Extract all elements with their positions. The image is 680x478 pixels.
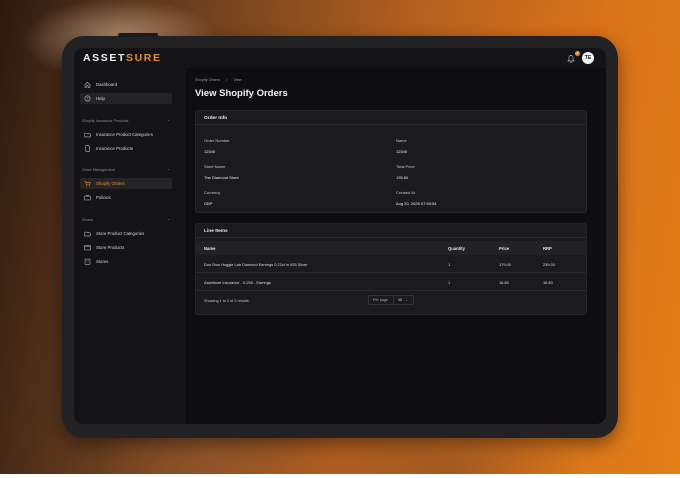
sidebar-item-shopify-orders[interactable]: Shopify Orders: [80, 178, 172, 189]
home-icon: [83, 80, 92, 89]
app-screen: ASSETSURE 1 TE Dashboard Help Shopify In…: [74, 48, 606, 424]
per-page-label: Per page: [373, 298, 388, 302]
section-header-stores[interactable]: Stores ⌃: [82, 218, 170, 223]
sidebar-item-label: Store Product Categories: [96, 231, 145, 236]
table-row[interactable]: Assetsure Insurance - 0-250 - Earrings 1…: [196, 273, 586, 291]
field-label: Order Number: [204, 138, 230, 143]
field-value: 12345: [396, 149, 408, 154]
notification-badge: 1: [575, 51, 580, 56]
section-title: Stores: [82, 218, 93, 222]
sidebar-item-label: Shopify Orders: [96, 181, 125, 186]
breadcrumb-link[interactable]: Shopify Orders: [195, 78, 220, 82]
column-header[interactable]: Name: [204, 246, 215, 251]
field-label: Currency: [204, 190, 221, 195]
chevron-up-icon: ⌃: [166, 219, 170, 223]
avatar[interactable]: TE: [582, 52, 594, 64]
table-row[interactable]: Duo Row Huggie Lab Diamond Earrings 0.22…: [196, 255, 586, 273]
sidebar-item-dashboard[interactable]: Dashboard: [80, 79, 172, 90]
sidebar-item-label: Dashboard: [96, 82, 118, 87]
sidebar-item-stores[interactable]: Stores: [80, 256, 172, 267]
chevron-down-icon: ⌄: [405, 298, 409, 302]
document-icon: [83, 144, 92, 153]
breadcrumb: Shopify Orders / View: [195, 78, 247, 82]
section-header-insurance-products[interactable]: Shopify Insurance Products ⌃: [82, 119, 170, 124]
field-label: Total Price: [396, 164, 415, 169]
sidebar-item-insurance-products[interactable]: Insurance Products: [80, 143, 172, 154]
cell-rrp: 239.00: [543, 262, 555, 267]
logo-text: ASSET: [83, 52, 127, 64]
order-info-card: Order Info Order Number 12345 Name 12345…: [195, 110, 587, 213]
cell-name: Duo Row Huggie Lab Diamond Earrings 0.22…: [204, 262, 308, 267]
building-icon: [83, 257, 92, 266]
sidebar-item-label: Help: [96, 96, 105, 101]
line-items-card: Line Items Name Quantity Price RRP Duo R…: [195, 223, 587, 315]
cell-name: Assetsure Insurance - 0-250 - Earrings: [204, 280, 271, 285]
sidebar-item-label: Insurance Product Categories: [96, 132, 153, 137]
field-label: Name: [396, 138, 407, 143]
table-footer: Showing 1 to 2 of 2 results Per page 10 …: [196, 292, 586, 310]
sidebar-item-store-product-categories[interactable]: Store Product Categories: [80, 228, 172, 239]
top-bar: ASSETSURE 1 TE: [74, 48, 606, 68]
chevron-up-icon: ⌃: [166, 120, 170, 124]
folder-icon: [83, 229, 92, 238]
sidebar-item-policies[interactable]: Policies: [80, 192, 172, 203]
notification-count: 1: [576, 51, 579, 55]
cell-price: 179.00: [499, 262, 511, 267]
sidebar-item-label: Insurance Products: [96, 146, 134, 151]
cart-icon: [83, 179, 92, 188]
per-page-select[interactable]: Per page 10 ⌄: [368, 295, 414, 305]
sidebar-item-label: Store Products: [96, 245, 125, 250]
field-value: The Diamond Store: [204, 175, 239, 180]
help-icon: [83, 94, 92, 103]
table-header: Name Quantity Price RRP: [196, 241, 586, 255]
tablet-button: [118, 33, 158, 37]
sidebar-item-label: Policies: [96, 195, 111, 200]
column-header[interactable]: Price: [499, 246, 509, 251]
cell-quantity: 1: [448, 280, 451, 285]
page-title: View Shopify Orders: [195, 88, 288, 99]
section-header-order-management[interactable]: Order Management ⌃: [82, 168, 170, 173]
sidebar: Dashboard Help Shopify Insurance Product…: [74, 68, 186, 424]
sidebar-item-label: Stores: [96, 259, 109, 264]
cell-quantity: 1: [448, 262, 451, 267]
briefcase-icon: [83, 193, 92, 202]
breadcrumb-current: View: [233, 78, 242, 82]
card-title: Order Info: [196, 111, 586, 125]
field-label: Store Name: [204, 164, 226, 169]
box-icon: [83, 243, 92, 252]
column-header[interactable]: RRP: [543, 246, 552, 251]
main-content: Shopify Orders / View View Shopify Order…: [195, 68, 599, 424]
logo-accent-text: SURE: [126, 52, 162, 64]
folder-icon: [83, 130, 92, 139]
sidebar-item-insurance-product-categories[interactable]: Insurance Product Categories: [80, 129, 172, 140]
per-page-value: 10: [392, 296, 402, 304]
section-title: Order Management: [82, 168, 115, 172]
sidebar-item-store-products[interactable]: Store Products: [80, 242, 172, 253]
field-value: 12345: [204, 149, 216, 154]
breadcrumb-separator: /: [226, 78, 228, 82]
field-value: Aug 20, 2025 07:50:54: [396, 201, 437, 206]
logo[interactable]: ASSETSURE: [83, 52, 162, 64]
section-title: Shopify Insurance Products: [82, 119, 129, 123]
card-title: Line Items: [196, 224, 586, 238]
cell-price: 16.80: [499, 280, 509, 285]
column-header[interactable]: Quantity: [448, 246, 465, 251]
results-summary: Showing 1 to 2 of 2 results: [204, 299, 249, 303]
sidebar-item-help[interactable]: Help: [80, 93, 172, 104]
cell-rrp: 16.80: [543, 280, 553, 285]
field-value: 195.80: [396, 175, 409, 180]
chevron-up-icon: ⌃: [166, 169, 170, 173]
field-value: GBP: [204, 201, 213, 206]
field-label: Created At: [396, 190, 415, 195]
